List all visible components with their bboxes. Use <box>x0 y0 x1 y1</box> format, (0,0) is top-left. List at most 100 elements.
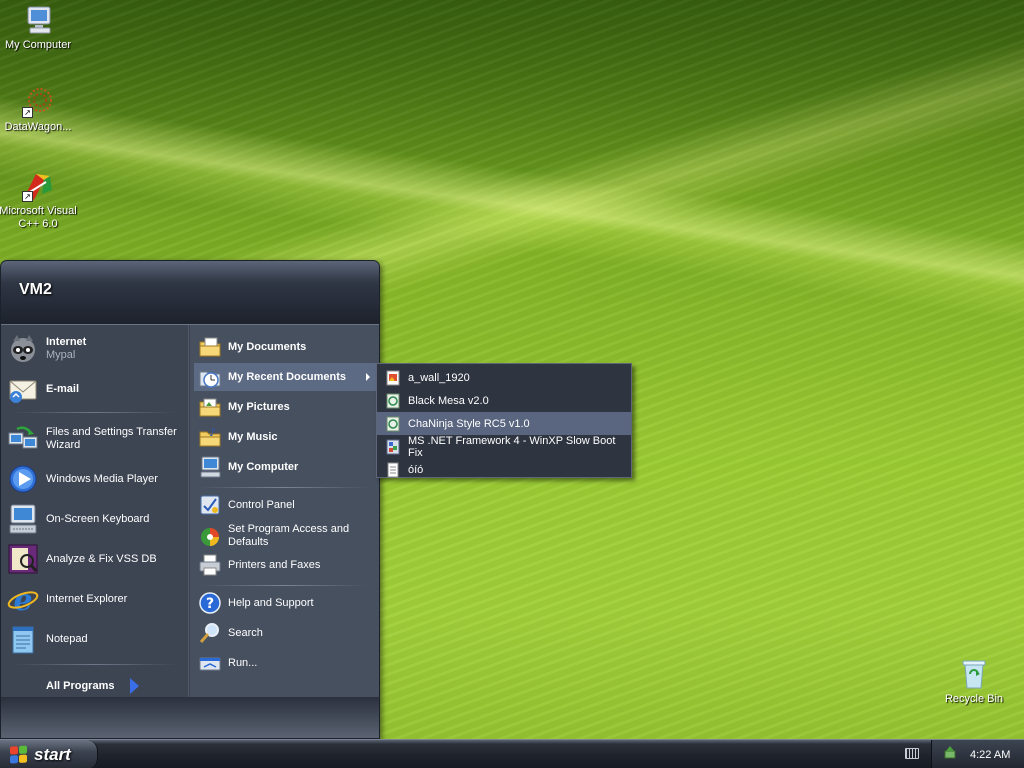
shortcut-arrow-icon: ↗ <box>22 107 33 118</box>
email-icon <box>7 373 39 405</box>
vss-db-icon <box>7 543 39 575</box>
start-item-internet-explorer[interactable]: e Internet Explorer <box>7 581 187 618</box>
system-tray: 4:22 AM <box>931 740 1024 768</box>
text-file-icon <box>385 462 401 478</box>
separator <box>13 664 177 665</box>
start-item-my-documents[interactable]: My Documents <box>194 333 376 361</box>
recent-doc-black-mesa[interactable]: Black Mesa v2.0 <box>377 389 631 412</box>
help-support-label: Help and Support <box>228 596 314 609</box>
my-pictures-label: My Pictures <box>228 400 290 413</box>
my-recent-documents-label: My Recent Documents <box>228 370 346 383</box>
start-item-my-recent-documents[interactable]: My Recent Documents <box>194 363 376 391</box>
taskbar: start 4:22 AM <box>0 739 1024 768</box>
control-panel-label: Control Panel <box>228 498 295 511</box>
internet-explorer-label: Internet Explorer <box>46 592 128 605</box>
music-folder-icon: ♪ <box>198 425 222 449</box>
onscreen-keyboard-icon <box>7 503 39 535</box>
media-player-icon <box>7 463 39 495</box>
mypal-browser-icon <box>7 333 39 365</box>
computer-icon <box>22 4 54 36</box>
recent-doc-label: Black Mesa v2.0 <box>408 394 489 407</box>
start-item-media-player[interactable]: Windows Media Player <box>7 461 187 497</box>
svg-text:?: ? <box>206 596 214 612</box>
email-label: E-mail <box>46 382 80 395</box>
user-name: VM2 <box>19 281 52 298</box>
separator <box>200 585 368 586</box>
start-menu: VM2 Internet Mypal E-mail Files and Sett… <box>0 260 380 739</box>
run-icon <box>198 651 222 675</box>
separator <box>200 487 368 488</box>
start-item-my-music[interactable]: ♪ My Music <box>194 423 376 451</box>
search-icon <box>198 621 222 645</box>
recent-doc-chaninja-style[interactable]: ChaNinja Style RC5 v1.0 <box>377 412 631 435</box>
start-item-search[interactable]: Search <box>194 619 376 647</box>
internet-label: Internet <box>46 336 87 348</box>
shortcut-arrow-icon: ↗ <box>22 191 33 202</box>
start-item-help-support[interactable]: ? Help and Support <box>194 589 376 617</box>
my-music-label: My Music <box>228 430 278 443</box>
documents-folder-icon <box>198 335 222 359</box>
control-panel-icon <box>198 493 222 517</box>
media-player-label: Windows Media Player <box>46 472 158 485</box>
recent-doc-label: a_wall_1920 <box>408 371 470 384</box>
start-item-transfer-wizard[interactable]: Files and Settings Transfer Wizard <box>7 421 187 457</box>
recent-doc-net-framework-fix[interactable]: MS .NET Framework 4 - WinXP Slow Boot Fi… <box>377 435 631 459</box>
svg-text:e: e <box>13 583 32 615</box>
keyboard-layout-icon[interactable] <box>905 748 919 759</box>
registry-file-icon <box>385 439 401 455</box>
my-computer-label: My Computer <box>228 460 299 473</box>
start-item-run[interactable]: Run... <box>194 649 376 677</box>
recent-documents-icon <box>198 365 222 389</box>
clock[interactable]: 4:22 AM <box>970 749 1010 761</box>
recent-documents-submenu: a_wall_1920 Black Mesa v2.0 ChaNinja Sty… <box>376 363 632 478</box>
start-item-my-computer[interactable]: My Computer <box>194 453 376 481</box>
transfer-wizard-icon <box>7 423 39 455</box>
start-menu-header: VM2 <box>1 261 379 325</box>
printer-icon <box>198 553 222 577</box>
notepad-label: Notepad <box>46 632 88 645</box>
start-item-printers-faxes[interactable]: Printers and Faxes <box>194 551 376 579</box>
start-item-internet[interactable]: Internet Mypal <box>7 331 187 367</box>
arrow-right-icon <box>130 678 140 694</box>
program-defaults-label: Set Program Access and Defaults <box>228 523 350 548</box>
start-item-my-pictures[interactable]: My Pictures <box>194 393 376 421</box>
computer-icon <box>198 455 222 479</box>
help-icon: ? <box>198 591 222 615</box>
datawagon-icon: ↗ <box>22 86 54 118</box>
desktop-icon-recycle-bin[interactable]: Recycle Bin <box>934 658 1014 706</box>
program-defaults-icon <box>198 524 222 548</box>
vss-db-label: Analyze & Fix VSS DB <box>46 552 157 565</box>
start-item-notepad[interactable]: Notepad <box>7 621 187 657</box>
safely-remove-hardware-icon[interactable] <box>942 745 958 764</box>
start-item-control-panel[interactable]: Control Panel <box>194 491 376 519</box>
search-label: Search <box>228 626 263 639</box>
start-label: start <box>34 744 71 764</box>
printers-faxes-label: Printers and Faxes <box>228 558 321 571</box>
internet-sublabel: Mypal <box>46 349 76 361</box>
start-button[interactable]: start <box>0 740 98 768</box>
start-item-program-defaults[interactable]: Set Program Access and Defaults <box>194 521 376 551</box>
places-pane: My Documents My Recent Documents My Pict… <box>190 325 379 697</box>
visual-cpp-icon: ↗ <box>22 170 54 202</box>
recent-doc-a-wall-1920[interactable]: a_wall_1920 <box>377 366 631 389</box>
recent-doc-oio[interactable]: óíó <box>377 458 631 481</box>
internet-explorer-icon: e <box>7 583 39 618</box>
start-item-vss-db[interactable]: Analyze & Fix VSS DB <box>7 541 187 577</box>
all-programs-label: All Programs <box>46 680 115 692</box>
image-file-icon <box>385 370 401 386</box>
transfer-wizard-label: Files and Settings Transfer Wizard <box>46 426 177 451</box>
separator <box>13 412 177 413</box>
recent-doc-label: ChaNinja Style RC5 v1.0 <box>408 417 530 430</box>
start-menu-body: Internet Mypal E-mail Files and Settings … <box>1 325 379 697</box>
pinned-programs-pane: Internet Mypal E-mail Files and Settings … <box>1 325 189 697</box>
start-item-onscreen-keyboard[interactable]: On-Screen Keyboard <box>7 501 187 537</box>
recent-doc-label: óíó <box>408 463 424 476</box>
all-programs-button[interactable]: All Programs <box>46 677 140 695</box>
desktop-icon-visual-cpp[interactable]: ↗ Microsoft Visual C++ 6.0 <box>0 170 78 231</box>
document-file-icon <box>385 393 401 409</box>
windows-logo-icon <box>10 744 28 764</box>
desktop-icon-my-computer[interactable]: My Computer <box>0 4 78 52</box>
start-menu-footer <box>1 697 379 738</box>
desktop-icon-datawagon[interactable]: ↗ DataWagon... <box>0 86 78 134</box>
start-item-email[interactable]: E-mail <box>7 371 187 407</box>
